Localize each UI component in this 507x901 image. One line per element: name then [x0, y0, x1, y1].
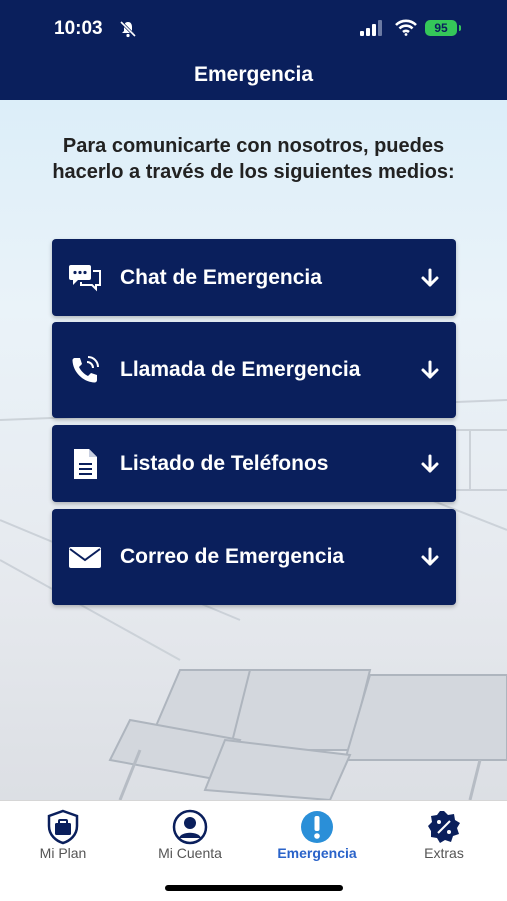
intro-text: Para comunicarte con nosotros, puedes ha… — [52, 135, 455, 183]
envelope-icon — [69, 547, 101, 568]
option-label: Chat de Emergencia — [120, 265, 322, 289]
bell-off-icon — [119, 20, 137, 38]
chat-emergency-button[interactable]: Chat de Emergencia — [52, 239, 456, 316]
phone-list-button[interactable]: Listado de Teléfonos — [52, 425, 456, 502]
option-label: Listado de Teléfonos — [120, 451, 329, 475]
tab-mi-cuenta[interactable]: Mi Cuenta — [127, 801, 253, 871]
battery-indicator: 95 — [425, 20, 461, 36]
page-title: Emergencia — [193, 63, 314, 86]
tab-label: Mi Plan — [39, 845, 87, 861]
phone-icon — [72, 356, 99, 383]
arrow-down-icon — [421, 454, 439, 472]
chat-icon — [69, 264, 101, 291]
arrow-down-icon — [421, 360, 439, 379]
tab-mi-plan[interactable]: Mi Plan — [0, 801, 126, 871]
briefcase-shield-icon — [47, 809, 79, 845]
option-label: Correo de Emergencia — [120, 545, 345, 568]
call-emergency-button[interactable]: Llamada de Emergencia — [52, 322, 456, 418]
tab-emergencia[interactable]: Emergencia — [254, 801, 380, 871]
user-icon — [172, 809, 208, 845]
wifi-icon — [395, 19, 417, 36]
home-indicator — [165, 885, 343, 891]
arrow-down-icon — [421, 268, 439, 286]
percent-badge-icon — [428, 811, 460, 843]
tab-label: Extras — [424, 845, 464, 861]
app-header: 10:03 95 Emergencia — [0, 0, 507, 100]
tab-label: Mi Cuenta — [158, 845, 222, 861]
arrow-down-icon — [421, 547, 439, 566]
option-label: Llamada de Emergencia — [120, 358, 361, 381]
status-time: 10:03 — [54, 18, 103, 39]
tab-label: Emergencia — [277, 845, 357, 861]
tab-extras[interactable]: Extras — [381, 801, 507, 871]
signal-icon — [360, 20, 382, 36]
document-icon — [74, 448, 97, 479]
exclamation-icon — [301, 811, 333, 843]
email-emergency-button[interactable]: Correo de Emergencia — [52, 509, 456, 605]
